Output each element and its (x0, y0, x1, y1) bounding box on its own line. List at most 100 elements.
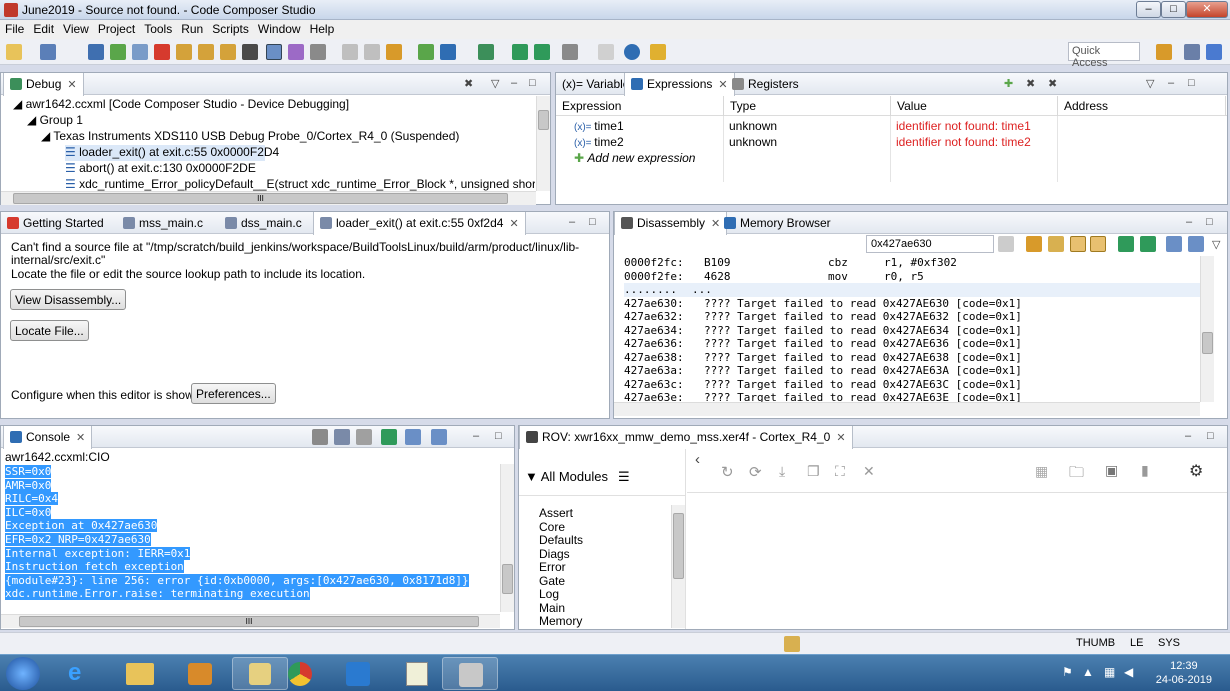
close-icon[interactable]: ✕ (76, 432, 85, 444)
taskbar-chrome[interactable] (272, 657, 328, 690)
view-menu-icon[interactable]: ▽ (491, 77, 499, 90)
remove-all-icon[interactable]: ✖ (1048, 77, 1057, 90)
tab-debug[interactable]: Debug ✕ (3, 73, 84, 96)
locate-file-button[interactable]: Locate File... (10, 320, 89, 341)
start-button[interactable] (6, 657, 40, 690)
stack-frame-abort[interactable]: ☰ abort() at exit.c:130 0x0000F2DE (65, 161, 256, 177)
list-item[interactable]: 427ae63a:???? Target failed to read 0x42… (624, 364, 1204, 378)
pin-console-icon[interactable] (381, 429, 397, 445)
minimize-view-icon[interactable]: – (569, 216, 575, 228)
step-into-icon[interactable] (176, 44, 192, 60)
trash-icon[interactable]: ▮ (1141, 462, 1149, 479)
col-value[interactable]: Value (891, 96, 1058, 116)
list-item[interactable]: 427ae638:???? Target failed to read 0x42… (624, 351, 1204, 365)
taskbar-vscode[interactable] (330, 657, 386, 690)
expand-icon[interactable]: ◢ (27, 113, 40, 127)
taskbar-explorer[interactable] (112, 657, 168, 690)
download-icon[interactable]: ⤓ (779, 463, 785, 480)
scroll-lock-icon[interactable] (334, 429, 350, 445)
save-icon[interactable] (40, 44, 56, 60)
console-hscrollbar[interactable]: III (1, 614, 500, 628)
tab-disassembly[interactable]: Disassembly ✕ (614, 212, 728, 235)
list-item[interactable]: Core (539, 520, 565, 534)
tree-item-core[interactable]: ◢ Texas Instruments XDS110 USB Debug Pro… (41, 129, 459, 145)
disassembly-vscrollbar[interactable] (1200, 256, 1214, 402)
remove-icon[interactable]: ✖ (1026, 77, 1035, 90)
menu-tools[interactable]: Tools (139, 20, 176, 36)
tray-arrow-icon[interactable]: ▲ (1082, 665, 1094, 679)
folder-icon[interactable]: 🗀 (1069, 462, 1084, 487)
close-button[interactable]: ✕ (1186, 1, 1228, 18)
back-icon[interactable]: ‹ (695, 451, 700, 468)
close-icon[interactable]: ✕ (836, 432, 845, 444)
expand-icon[interactable]: ◢ (13, 97, 26, 111)
network-icon[interactable]: ▦ (1104, 665, 1115, 679)
fullscreen-icon[interactable]: ⛶ (835, 463, 845, 480)
ccs-edit-perspective-icon[interactable] (1184, 44, 1200, 60)
expand-icon[interactable]: ◢ (41, 129, 53, 143)
view-menu-icon[interactable]: ▽ (1212, 238, 1220, 251)
tab-memory-browser[interactable]: Memory Browser (718, 212, 837, 234)
prev-icon[interactable] (1140, 236, 1156, 252)
all-modules-dropdown[interactable]: ▼ All Modules ☰ (525, 469, 630, 485)
list-item[interactable]: Assert (539, 506, 573, 520)
dashboard-icon[interactable]: ▦ (1035, 463, 1048, 480)
taskbar-notepad[interactable] (390, 657, 446, 690)
step-over-icon[interactable] (198, 44, 214, 60)
tree-item-group[interactable]: ◢ Group 1 (27, 113, 83, 129)
terminal-icon[interactable] (88, 44, 104, 60)
close-icon[interactable]: ✕ (509, 218, 518, 230)
col-expression[interactable]: Expression (556, 96, 724, 116)
add-expression-icon[interactable]: ✚ (1004, 77, 1013, 90)
console-icon[interactable] (598, 44, 614, 60)
remove-all-icon[interactable]: ✖ (464, 77, 473, 90)
build-icon[interactable] (386, 44, 402, 60)
add-new-expression[interactable]: ✚ Add new expression (574, 151, 695, 167)
go-address-icon[interactable] (998, 236, 1014, 252)
maximize-view-icon[interactable]: □ (589, 216, 596, 228)
maximize-button[interactable]: □ (1161, 1, 1186, 18)
stack-frame-loader-exit[interactable]: ☰ loader_exit() at exit.c:55 0x0000F2D4 (65, 145, 279, 161)
debug-vscrollbar[interactable] (536, 96, 550, 191)
maximize-view-icon[interactable]: □ (1207, 430, 1214, 442)
next-icon[interactable] (1118, 236, 1134, 252)
prev-annotation-icon[interactable] (534, 44, 550, 60)
taskbar-ie[interactable]: e (52, 657, 108, 690)
minimize-view-icon[interactable]: – (1185, 430, 1191, 442)
tab-getting-started[interactable]: Getting Started (1, 212, 110, 234)
rov-vscrollbar[interactable] (671, 505, 685, 628)
list-item[interactable]: Diags (539, 547, 570, 561)
debug-icon[interactable] (418, 44, 434, 60)
refresh-icon[interactable]: ↻ (721, 463, 734, 481)
maximize-view-icon[interactable]: □ (495, 430, 502, 442)
tab-dss-main[interactable]: dss_main.c (219, 212, 308, 234)
progress-icon[interactable] (784, 636, 800, 652)
system-clock[interactable]: 12:39 24-06-2019 (1156, 659, 1212, 687)
close-icon[interactable]: ✕ (863, 463, 875, 480)
minimize-view-icon[interactable]: – (1168, 77, 1174, 89)
open-console-icon[interactable] (431, 429, 447, 445)
menu-window[interactable]: Window (253, 20, 305, 36)
menu-run[interactable]: Run (176, 20, 207, 36)
console-output[interactable]: SSR=0x0 AMR=0x0 RILC=0x4 ILC=0x0 Excepti… (5, 465, 499, 601)
list-item[interactable]: 427ae634:???? Target failed to read 0x42… (624, 324, 1204, 338)
maximize-view-icon[interactable]: □ (1206, 216, 1213, 228)
next-annotation-icon[interactable] (512, 44, 528, 60)
address-input[interactable]: 0x427ae630 (866, 235, 994, 253)
menu-view[interactable]: View (58, 20, 93, 36)
menu-project[interactable]: Project (93, 20, 139, 36)
list-item[interactable]: 0000f2fc: B109 cbz r1, #0xf302 (624, 256, 1204, 270)
list-item[interactable]: ........... (624, 283, 1204, 297)
display-console-icon[interactable] (405, 429, 421, 445)
console-vscrollbar[interactable] (500, 464, 514, 612)
home-icon[interactable] (1048, 236, 1064, 252)
word-wrap-icon[interactable] (356, 429, 372, 445)
minimize-button[interactable]: – (1136, 1, 1161, 18)
filter-icon[interactable]: ☰ (618, 469, 630, 484)
list-item[interactable]: Memory (539, 614, 582, 628)
minimize-view-icon[interactable]: – (511, 77, 517, 89)
search-icon[interactable] (624, 44, 640, 60)
reset-icon[interactable] (288, 44, 304, 60)
list-item[interactable]: 427ae630:???? Target failed to read 0x42… (624, 297, 1204, 311)
list-item[interactable]: Main (539, 601, 565, 615)
